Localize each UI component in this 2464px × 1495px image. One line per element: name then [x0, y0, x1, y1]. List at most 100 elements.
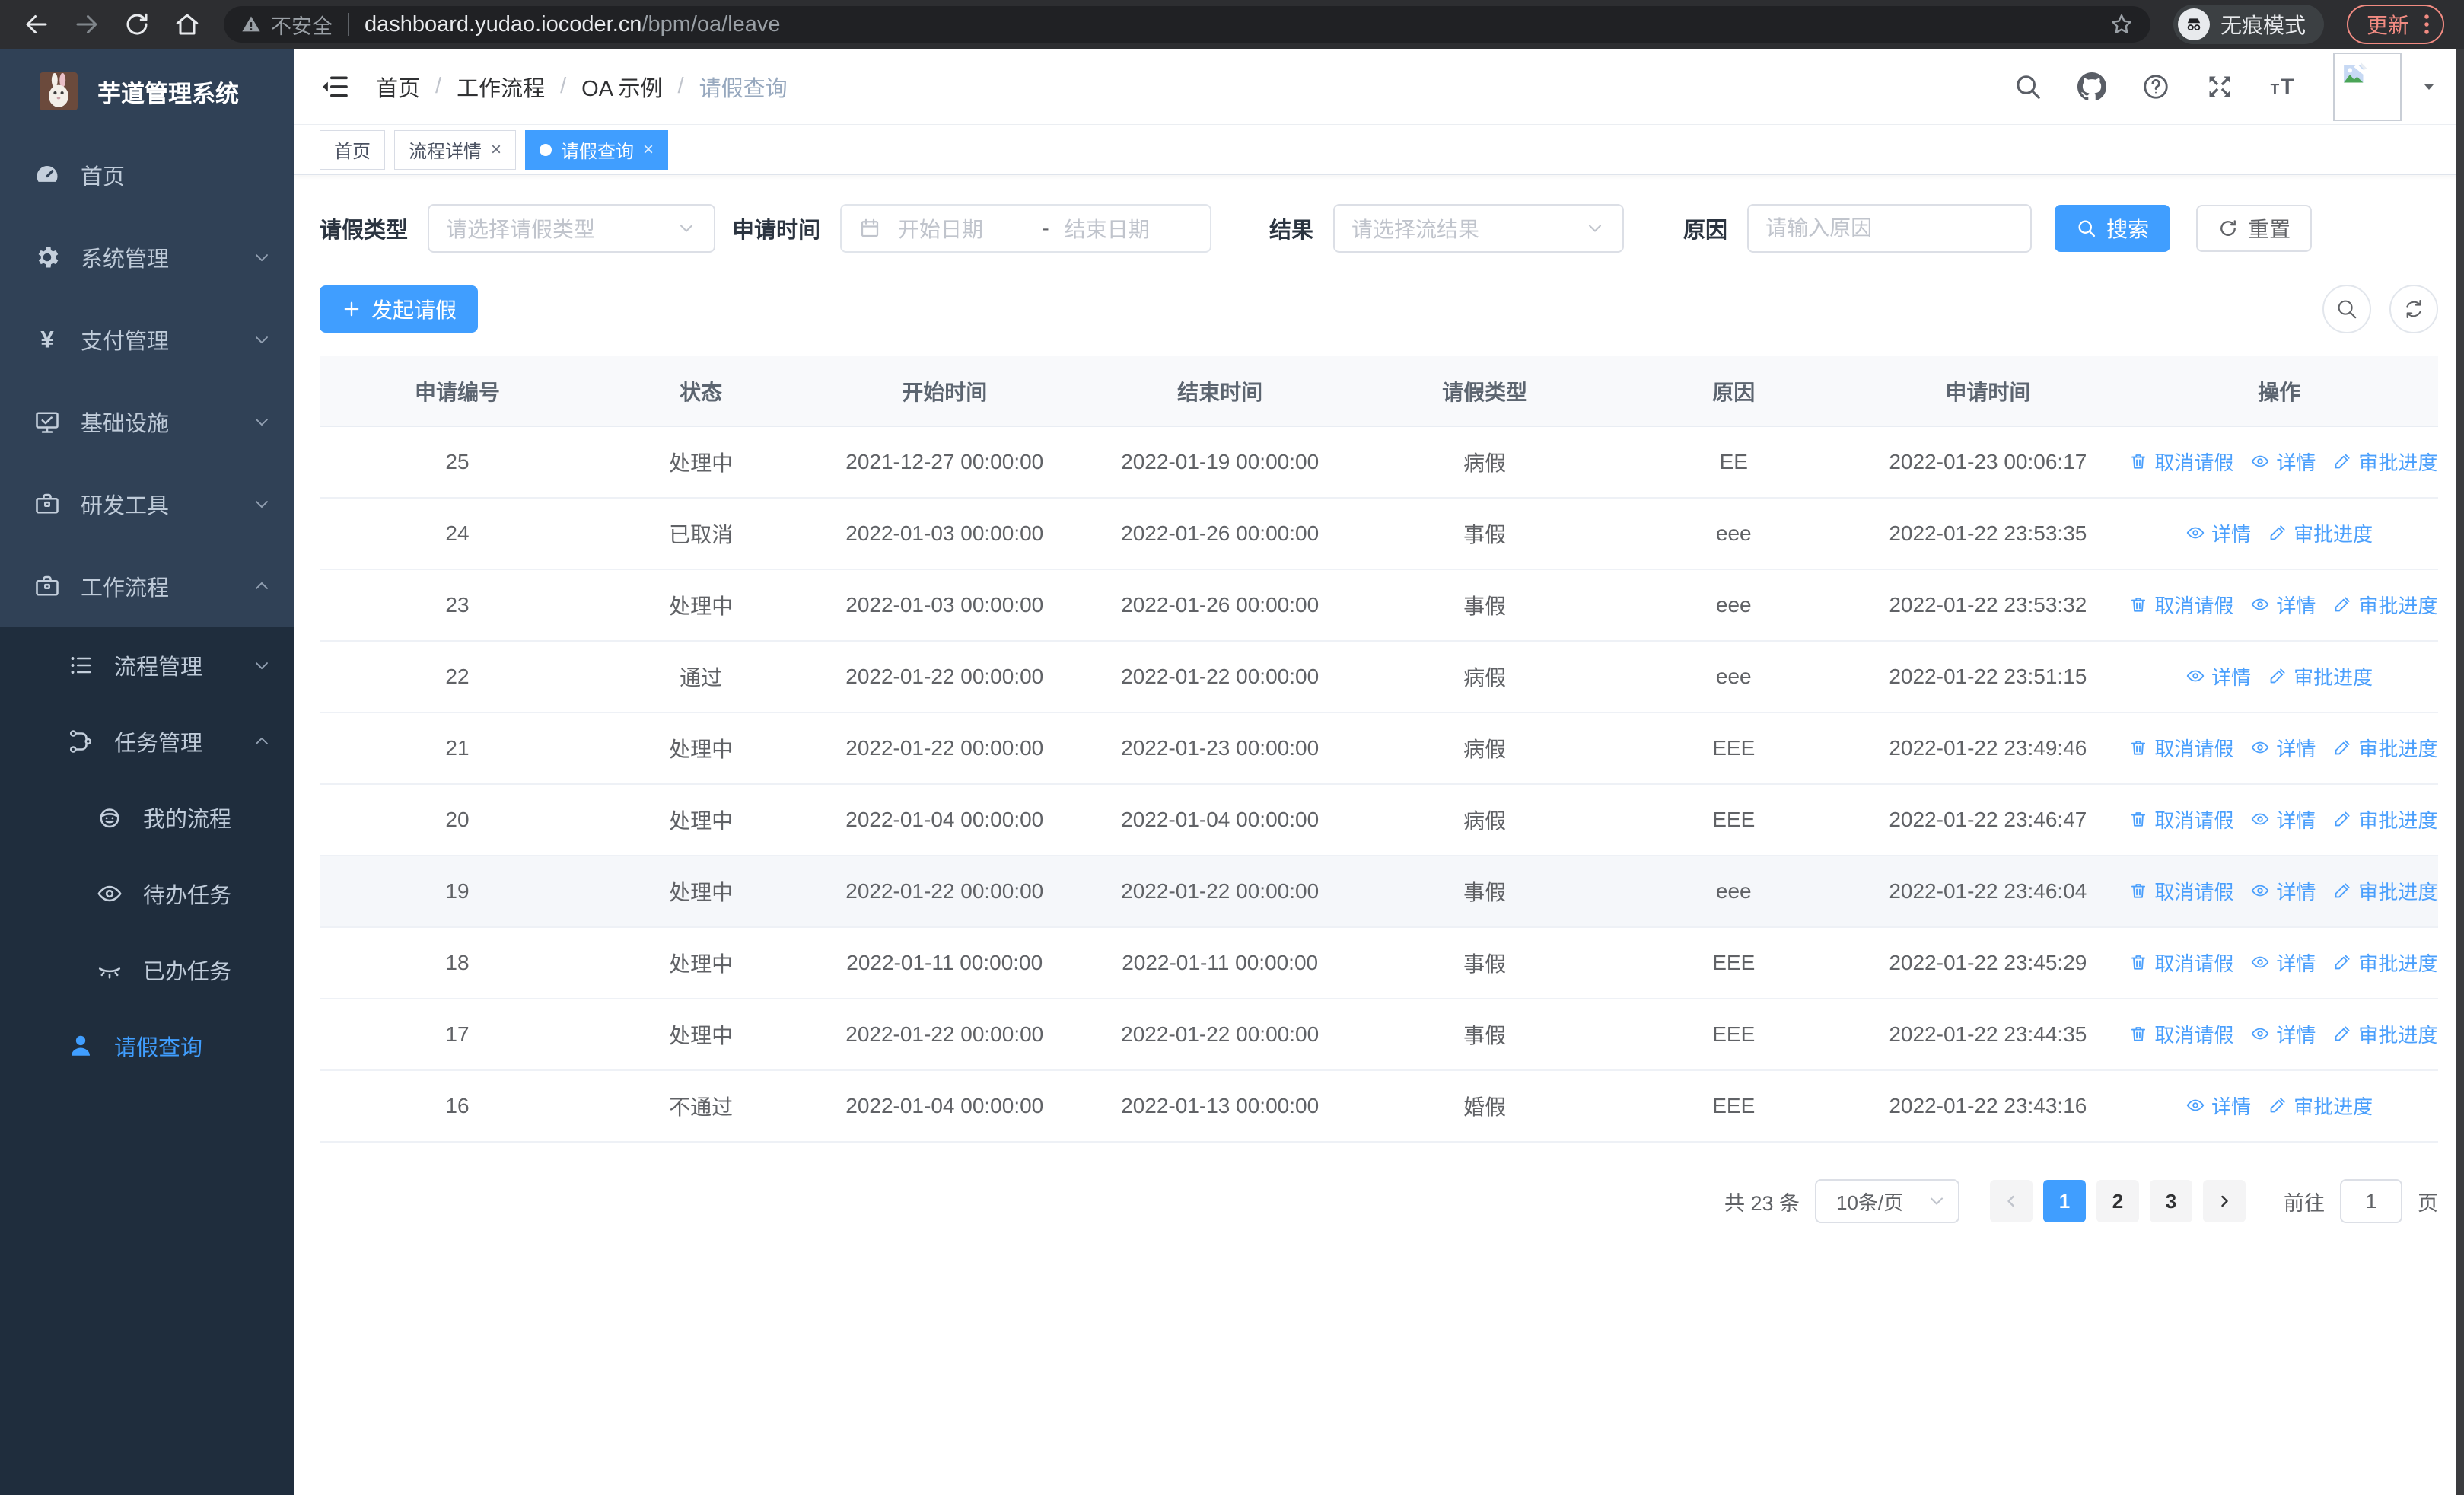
collapse-sidebar-icon[interactable] [320, 72, 350, 102]
action-label: 审批进度 [2294, 522, 2373, 546]
tab-leave-query[interactable]: 请假查询 × [525, 129, 669, 170]
fullscreen-icon[interactable] [2205, 72, 2234, 101]
leave-type-select[interactable]: 请选择请假类型 [428, 204, 716, 253]
approval-progress-link[interactable]: 审批进度 [2332, 877, 2437, 905]
reason-input[interactable] [1747, 204, 2033, 253]
next-page-button[interactable] [2203, 1180, 2246, 1222]
page-1-button[interactable]: 1 [2043, 1180, 2086, 1222]
cell-leave-type: 事假 [1358, 856, 1612, 928]
cancel-leave-link[interactable]: 取消请假 [2128, 1020, 2233, 1048]
sidebar-item-home[interactable]: 首页 [0, 134, 294, 216]
forward-icon[interactable] [73, 11, 100, 38]
approval-progress-link[interactable]: 审批进度 [2332, 805, 2437, 834]
close-icon[interactable]: × [643, 140, 654, 159]
reset-button[interactable]: 重置 [2196, 205, 2313, 252]
cell-id: 23 [320, 569, 595, 642]
detail-link[interactable]: 详情 [2250, 805, 2316, 834]
edit-icon [2332, 1024, 2352, 1044]
font-size-icon[interactable]: TT [2269, 72, 2298, 101]
approval-progress-link[interactable]: 审批进度 [2332, 448, 2437, 476]
sidebar-item-my-process[interactable]: 我的流程 [0, 779, 294, 856]
home-icon[interactable] [173, 11, 201, 38]
approval-progress-link[interactable]: 审批进度 [2332, 734, 2437, 762]
action-label: 详情 [2276, 952, 2316, 975]
avatar-caret-icon[interactable] [2420, 78, 2438, 96]
avatar[interactable] [2333, 52, 2402, 121]
detail-link[interactable]: 详情 [2250, 1020, 2316, 1048]
sidebar-item-todo-tasks[interactable]: 待办任务 [0, 856, 294, 932]
page-2-button[interactable]: 2 [2096, 1180, 2139, 1222]
page-size-select[interactable]: 10条/页 [1815, 1179, 1959, 1223]
search-icon[interactable] [2014, 72, 2042, 101]
edit-icon [2332, 594, 2352, 614]
detail-link[interactable]: 详情 [2185, 1092, 2251, 1120]
breadcrumb-home[interactable]: 首页 [376, 71, 420, 103]
approval-progress-link[interactable]: 审批进度 [2332, 1020, 2437, 1048]
action-label: 取消请假 [2154, 1023, 2234, 1047]
sidebar-item-task-management[interactable]: 任务管理 [0, 703, 294, 779]
sidebar-item-leave-query[interactable]: 请假查询 [0, 1008, 294, 1084]
back-icon[interactable] [23, 11, 50, 38]
sidebar-item-payment-management[interactable]: ¥ 支付管理 [0, 298, 294, 381]
create-leave-button[interactable]: 发起请假 [320, 285, 479, 333]
approval-progress-link[interactable]: 审批进度 [2268, 1092, 2373, 1120]
breadcrumb-workflow[interactable]: 工作流程 [457, 71, 545, 103]
sidebar-menu-top: 首页 系统管理 ¥ 支付管理 基础设施 研发工具 工作流程 [0, 134, 294, 627]
cell-end-time: 2022-01-04 00:00:00 [1082, 784, 1358, 856]
address-bar[interactable]: 不安全 dashboard.yudao.iocoder.cn/bpm/oa/le… [224, 6, 2150, 43]
github-icon[interactable] [2077, 72, 2106, 101]
close-icon[interactable]: × [491, 140, 501, 159]
breadcrumb-oa-example[interactable]: OA 示例 [581, 71, 662, 103]
prev-page-button[interactable] [1990, 1180, 2033, 1222]
sidebar-item-dev-tools[interactable]: 研发工具 [0, 463, 294, 545]
apply-time-range-picker[interactable]: 开始日期 - 结束日期 [840, 204, 1212, 253]
cancel-leave-link[interactable]: 取消请假 [2128, 734, 2233, 762]
approval-progress-link[interactable]: 审批进度 [2268, 662, 2373, 690]
detail-link[interactable]: 详情 [2250, 877, 2316, 905]
detail-link[interactable]: 详情 [2250, 948, 2316, 977]
refresh-table-button[interactable] [2389, 285, 2438, 333]
tab-process-detail[interactable]: 流程详情 × [394, 129, 517, 170]
reload-icon[interactable] [123, 11, 151, 38]
table-row: 19 处理中 2022-01-22 00:00:00 2022-01-22 00:00… [320, 856, 2438, 928]
cancel-leave-link[interactable]: 取消请假 [2128, 805, 2233, 834]
update-button[interactable]: 更新 [2346, 5, 2444, 44]
show-search-button[interactable] [2322, 285, 2371, 333]
apply-time-label: 申请时间 [732, 218, 821, 243]
detail-link[interactable]: 详情 [2185, 519, 2251, 547]
browser-menu-dots-icon[interactable] [2421, 13, 2432, 36]
table-row: 21 处理中 2022-01-22 00:00:00 2022-01-23 00:00… [320, 712, 2438, 785]
sidebar-item-infrastructure[interactable]: 基础设施 [0, 381, 294, 463]
detail-link[interactable]: 详情 [2250, 448, 2316, 476]
detail-link[interactable]: 详情 [2185, 662, 2251, 690]
approval-progress-link[interactable]: 审批进度 [2332, 948, 2437, 977]
sidebar-item-system-management[interactable]: 系统管理 [0, 216, 294, 298]
sidebar-item-workflow[interactable]: 工作流程 [0, 545, 294, 627]
action-label: 审批进度 [2294, 665, 2373, 689]
sidebar-item-process-management[interactable]: 流程管理 [0, 627, 294, 703]
help-icon[interactable] [2141, 72, 2170, 101]
plus-icon [341, 298, 362, 320]
detail-link[interactable]: 详情 [2250, 734, 2316, 762]
cancel-leave-link[interactable]: 取消请假 [2128, 591, 2233, 619]
search-button[interactable]: 搜索 [2055, 205, 2171, 252]
cancel-leave-link[interactable]: 取消请假 [2128, 448, 2233, 476]
dashboard-icon [33, 161, 61, 189]
url-path: /bpm/oa/leave [641, 11, 781, 37]
cell-start-time: 2022-01-22 00:00:00 [807, 712, 1083, 785]
goto-page-input[interactable] [2340, 1179, 2402, 1223]
bookmark-star-icon[interactable] [2109, 12, 2134, 37]
detail-link[interactable]: 详情 [2250, 591, 2316, 619]
app-logo[interactable]: 芋道管理系统 [0, 49, 294, 134]
cancel-leave-link[interactable]: 取消请假 [2128, 877, 2233, 905]
tab-home[interactable]: 首页 [320, 129, 385, 170]
sidebar-item-done-tasks[interactable]: 已办任务 [0, 932, 294, 1008]
cell-reason: EEE [1612, 712, 1856, 785]
page-3-button[interactable]: 3 [2150, 1180, 2192, 1222]
edit-icon [2268, 523, 2287, 543]
approval-progress-link[interactable]: 审批进度 [2268, 519, 2373, 547]
approval-progress-link[interactable]: 审批进度 [2332, 591, 2437, 619]
result-select[interactable]: 请选择流结果 [1333, 204, 1625, 253]
cancel-leave-link[interactable]: 取消请假 [2128, 948, 2233, 977]
browser-scrollbar[interactable] [2456, 49, 2464, 1495]
